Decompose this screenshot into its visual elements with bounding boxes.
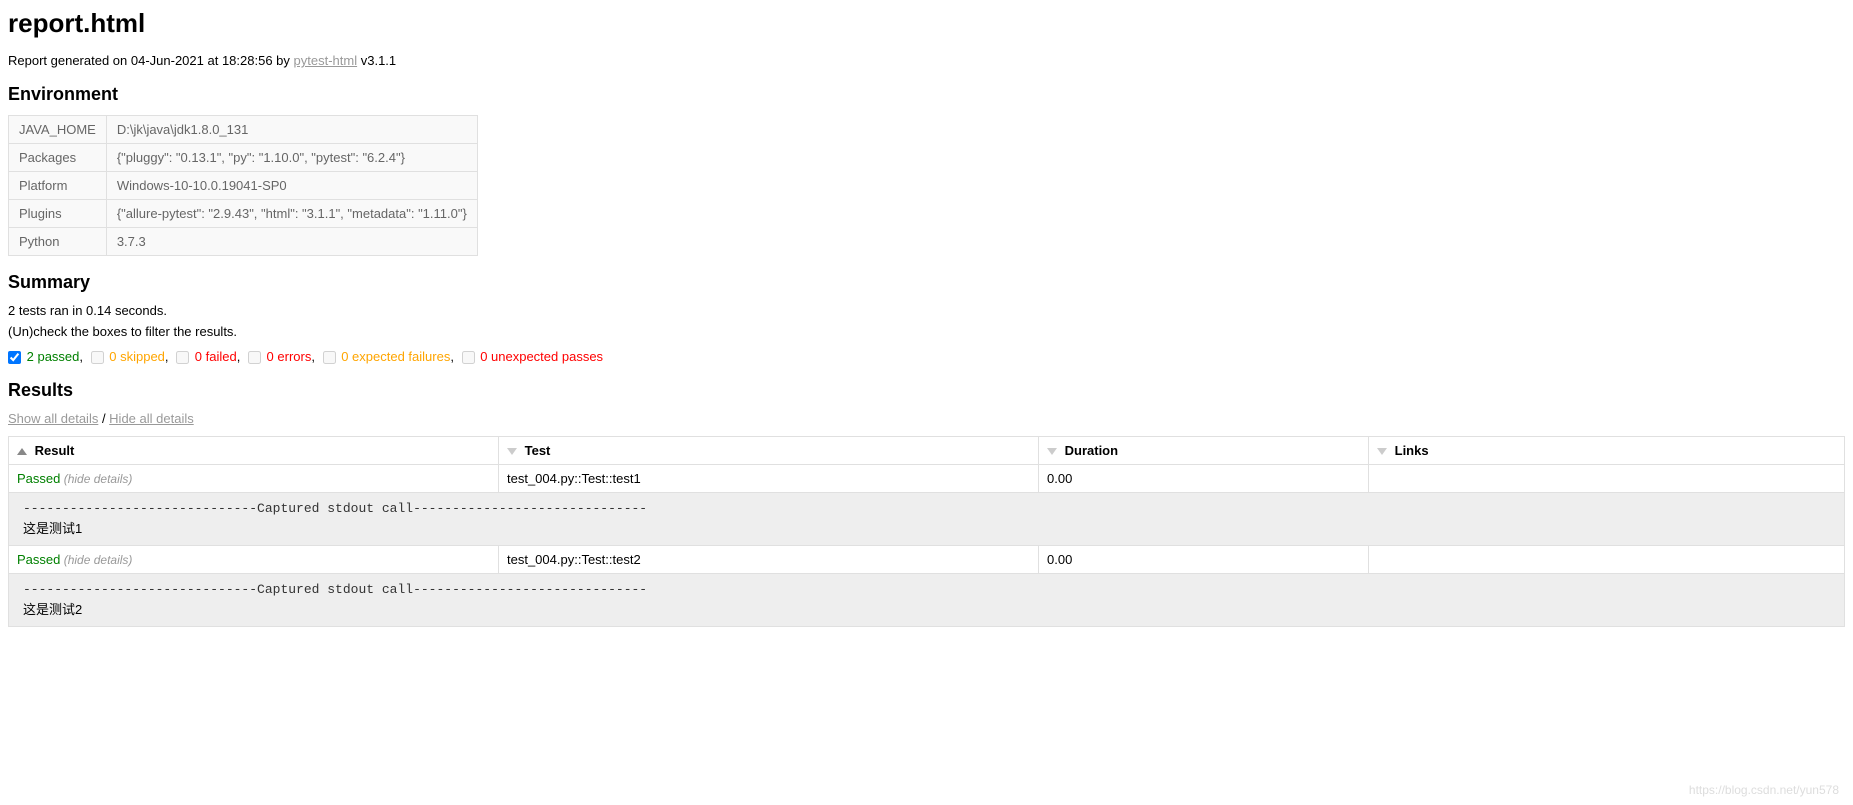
filter-unexpected-checkbox[interactable] <box>462 351 475 364</box>
test-cell: test_004.py::Test::test1 <box>499 465 1039 493</box>
stdout-row: ------------------------------Captured s… <box>9 493 1845 546</box>
filter-passed-label: 2 passed <box>27 349 80 364</box>
duration-cell: 0.00 <box>1039 546 1369 574</box>
env-value: {"pluggy": "0.13.1", "py": "1.10.0", "py… <box>106 144 477 172</box>
table-row: Passed (hide details)test_004.py::Test::… <box>9 465 1845 493</box>
env-key: Packages <box>9 144 107 172</box>
duration-cell: 0.00 <box>1039 465 1369 493</box>
env-row: Plugins{"allure-pytest": "2.9.43", "html… <box>9 200 478 228</box>
stdout-row: ------------------------------Captured s… <box>9 574 1845 627</box>
filter-skipped[interactable]: 0 skipped, <box>91 349 173 364</box>
filter-failed-label: 0 failed <box>195 349 237 364</box>
col-duration-header[interactable]: Duration <box>1039 437 1369 465</box>
links-cell <box>1369 465 1845 493</box>
filter-unexpected-label: 0 unexpected passes <box>480 349 603 364</box>
table-row: Passed (hide details)test_004.py::Test::… <box>9 546 1845 574</box>
results-table: Result Test Duration Links Passed (hide … <box>8 436 1845 627</box>
links-cell <box>1369 546 1845 574</box>
pytest-html-link[interactable]: pytest-html <box>294 53 358 68</box>
test-cell: test_004.py::Test::test2 <box>499 546 1039 574</box>
env-key: Python <box>9 228 107 256</box>
filter-passed-checkbox[interactable] <box>8 351 21 364</box>
env-row: Python3.7.3 <box>9 228 478 256</box>
hide-all-details-link[interactable]: Hide all details <box>109 411 194 426</box>
filter-unexpected[interactable]: 0 unexpected passes <box>462 349 604 364</box>
stdout-body: 这是测试1 <box>23 518 1830 537</box>
env-key: Platform <box>9 172 107 200</box>
summary-heading: Summary <box>8 272 1845 293</box>
environment-heading: Environment <box>8 84 1845 105</box>
hide-details-link[interactable]: (hide details) <box>60 553 132 567</box>
env-key: JAVA_HOME <box>9 116 107 144</box>
generated-date: 04-Jun-2021 <box>131 53 204 68</box>
stdout-body: 这是测试2 <box>23 599 1830 618</box>
col-test-label: Test <box>525 443 551 458</box>
generated-prefix: Report generated on <box>8 53 131 68</box>
filter-skipped-checkbox[interactable] <box>91 351 104 364</box>
detail-links: Show all details / Hide all details <box>8 411 1845 426</box>
filter-expected[interactable]: 0 expected failures, <box>323 349 458 364</box>
sort-desc-icon <box>507 448 517 455</box>
watermark: https://blog.csdn.net/yun578 <box>1689 783 1839 797</box>
env-row: JAVA_HOMED:\jk\java\jdk1.8.0_131 <box>9 116 478 144</box>
env-value: {"allure-pytest": "2.9.43", "html": "3.1… <box>106 200 477 228</box>
env-key: Plugins <box>9 200 107 228</box>
sort-asc-icon <box>17 448 27 455</box>
filter-errors-checkbox[interactable] <box>248 351 261 364</box>
filter-skipped-label: 0 skipped <box>109 349 165 364</box>
env-value: Windows-10-10.0.19041-SP0 <box>106 172 477 200</box>
col-result-header[interactable]: Result <box>9 437 499 465</box>
result-cell: Passed (hide details) <box>9 465 499 493</box>
hide-details-link[interactable]: (hide details) <box>60 472 132 486</box>
filter-errors[interactable]: 0 errors, <box>248 349 319 364</box>
filter-failed-checkbox[interactable] <box>176 351 189 364</box>
result-cell: Passed (hide details) <box>9 546 499 574</box>
env-value: 3.7.3 <box>106 228 477 256</box>
filter-expected-checkbox[interactable] <box>323 351 336 364</box>
result-status: Passed <box>17 552 60 567</box>
col-duration-label: Duration <box>1065 443 1118 458</box>
show-all-details-link[interactable]: Show all details <box>8 411 98 426</box>
sort-desc-icon <box>1377 448 1387 455</box>
generated-by: by <box>273 53 294 68</box>
col-links-label: Links <box>1395 443 1429 458</box>
generated-at: at <box>204 53 222 68</box>
environment-table: JAVA_HOMED:\jk\java\jdk1.8.0_131Packages… <box>8 115 478 256</box>
generated-version: v3.1.1 <box>357 53 396 68</box>
col-links-header[interactable]: Links <box>1369 437 1845 465</box>
stdout-cell: ------------------------------Captured s… <box>9 493 1845 546</box>
filter-expected-label: 0 expected failures <box>341 349 450 364</box>
filter-failed[interactable]: 0 failed, <box>176 349 244 364</box>
generated-line: Report generated on 04-Jun-2021 at 18:28… <box>8 53 1845 68</box>
generated-time: 18:28:56 <box>222 53 273 68</box>
filter-errors-label: 0 errors <box>267 349 312 364</box>
summary-uncheck: (Un)check the boxes to filter the result… <box>8 324 1845 339</box>
detail-sep: / <box>98 411 109 426</box>
env-row: Packages{"pluggy": "0.13.1", "py": "1.10… <box>9 144 478 172</box>
summary-ran: 2 tests ran in 0.14 seconds. <box>8 303 1845 318</box>
results-heading: Results <box>8 380 1845 401</box>
env-row: PlatformWindows-10-10.0.19041-SP0 <box>9 172 478 200</box>
filter-passed[interactable]: 2 passed, <box>8 349 87 364</box>
col-test-header[interactable]: Test <box>499 437 1039 465</box>
page-title: report.html <box>8 8 1845 39</box>
env-value: D:\jk\java\jdk1.8.0_131 <box>106 116 477 144</box>
result-status: Passed <box>17 471 60 486</box>
filter-row: 2 passed, 0 skipped, 0 failed, 0 errors,… <box>8 349 1845 364</box>
stdout-header: ------------------------------Captured s… <box>23 582 1830 597</box>
stdout-cell: ------------------------------Captured s… <box>9 574 1845 627</box>
sort-desc-icon <box>1047 448 1057 455</box>
col-result-label: Result <box>35 443 75 458</box>
stdout-header: ------------------------------Captured s… <box>23 501 1830 516</box>
